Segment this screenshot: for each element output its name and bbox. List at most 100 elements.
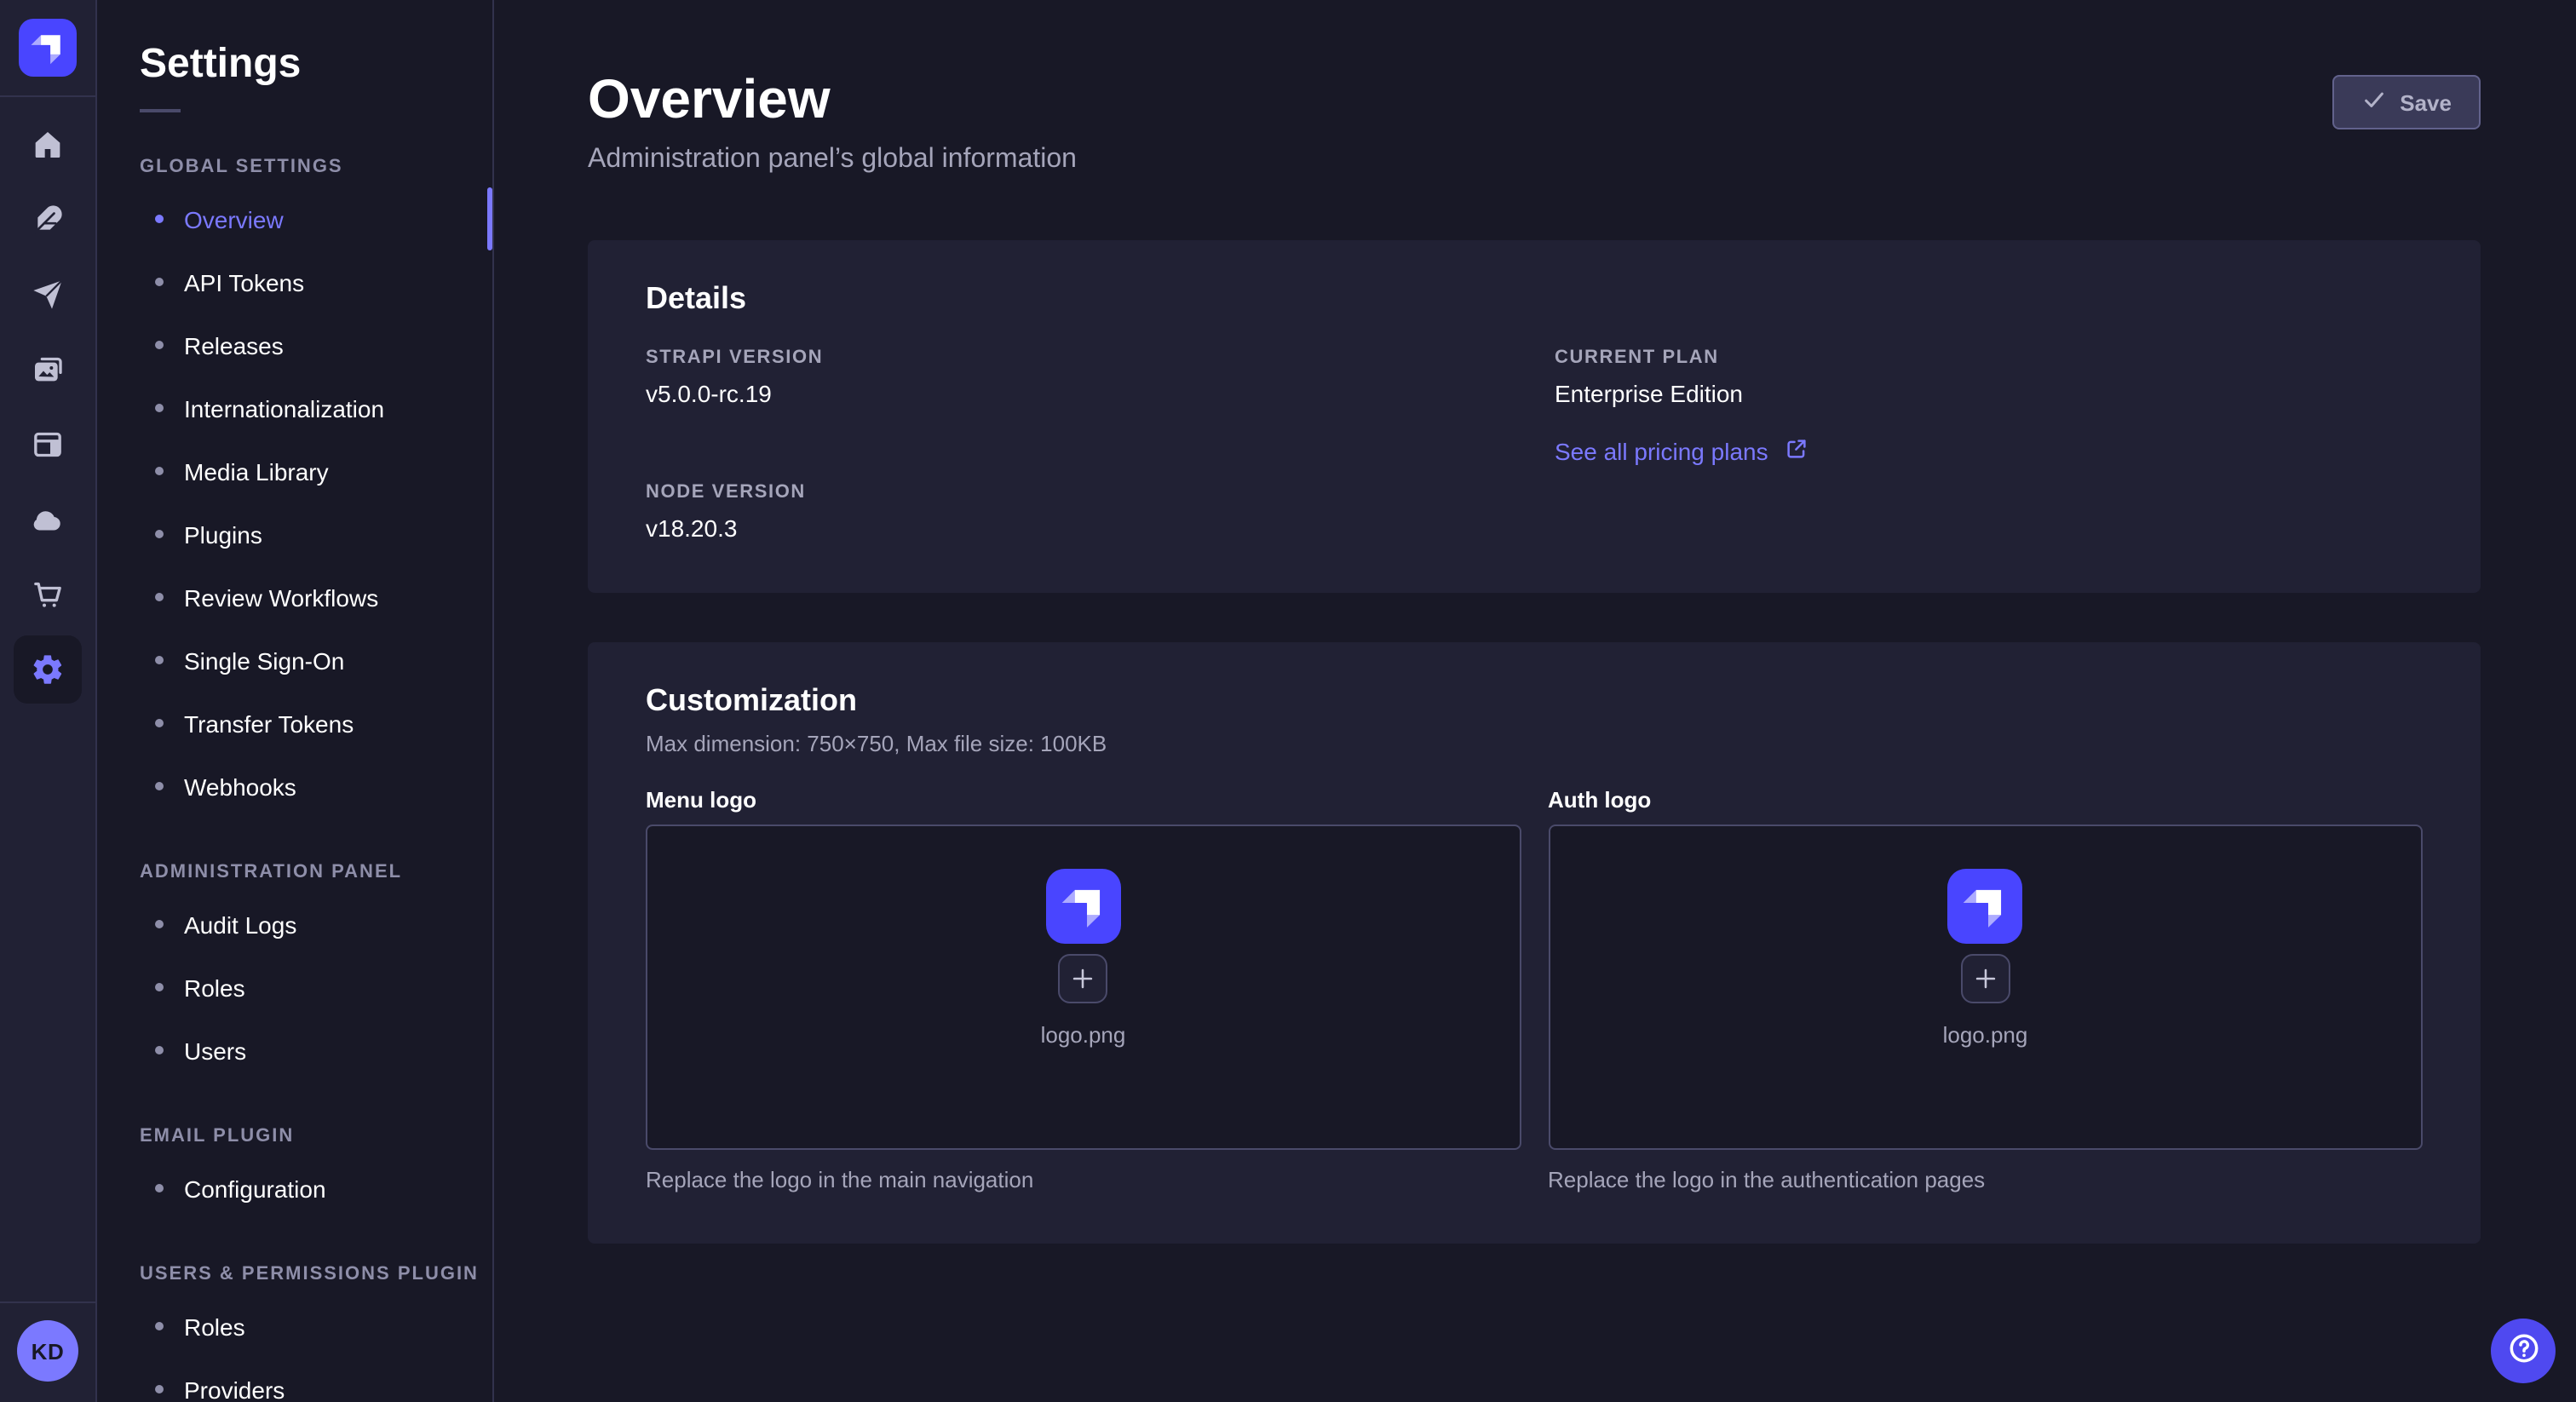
subnav-item-releases[interactable]: Releases (97, 313, 492, 376)
upload-label: Auth logo (1548, 787, 2423, 813)
bullet-icon (155, 341, 164, 349)
subnav-item-label: Overview (184, 205, 284, 233)
subnav-item-transfer-tokens[interactable]: Transfer Tokens (97, 692, 492, 755)
node-version-field: NODE VERSION v18.20.3 (646, 482, 1514, 542)
cloud-icon (31, 503, 65, 537)
layout-icon (31, 428, 65, 462)
subnav-sections: GLOBAL SETTINGSOverviewAPI TokensRelease… (97, 157, 492, 1402)
field-label: NODE VERSION (646, 482, 1514, 503)
subnav-item-review-workflows[interactable]: Review Workflows (97, 566, 492, 629)
upload-filename: logo.png (1041, 1022, 1126, 1048)
bullet-icon (155, 404, 164, 412)
external-link-icon (1784, 436, 1809, 467)
subnav-item-single-sign-on[interactable]: Single Sign-On (97, 629, 492, 692)
subnav-title: Settings (140, 41, 492, 89)
subnav-section-email-plugin: EMAIL PLUGIN Configuration (97, 1126, 492, 1220)
details-grid: STRAPI VERSION v5.0.0-rc.19 NODE VERSION… (646, 348, 2423, 542)
settings-subnav: Settings GLOBAL SETTINGSOverviewAPI Toke… (97, 0, 494, 1402)
strapi-logo (1948, 869, 2023, 944)
plus-icon (1069, 964, 1098, 993)
rail-item-plugins[interactable] (14, 411, 82, 479)
subnav-item-configuration[interactable]: Configuration (97, 1157, 492, 1220)
avatar[interactable]: KD (17, 1320, 78, 1382)
auth-logo-dropzone[interactable]: logo.png (1548, 825, 2423, 1150)
rail-item-content-manager[interactable] (14, 186, 82, 254)
strapi-logo (19, 19, 77, 77)
bullet-icon (155, 278, 164, 286)
upload-label: Menu logo (646, 787, 1521, 813)
home-icon (31, 128, 65, 162)
bullet-icon (155, 1184, 164, 1192)
menu-logo-upload: Menu logo logo.png Replace the logo in t… (646, 787, 1521, 1192)
subnav-item-label: API Tokens (184, 268, 304, 296)
subnav-item-label: Users (184, 1037, 246, 1064)
subnav-item-webhooks[interactable]: Webhooks (97, 755, 492, 818)
page-header: Overview Administration panel’s global i… (494, 0, 2576, 175)
rail-item-settings[interactable] (14, 635, 82, 704)
upload-filename: logo.png (1943, 1022, 2028, 1048)
subnav-item-roles[interactable]: Roles (97, 1295, 492, 1358)
paper-plane-icon (31, 278, 65, 312)
current-plan-field: CURRENT PLAN Enterprise Edition (1555, 348, 2423, 407)
bullet-icon (155, 719, 164, 727)
subnav-item-audit-logs[interactable]: Audit Logs (97, 893, 492, 956)
add-logo-button[interactable] (1961, 954, 2010, 1003)
subnav-item-label: Plugins (184, 520, 262, 548)
subnav-item-label: Releases (184, 331, 284, 359)
subnav-section-users-permissions-plugin: USERS & PERMISSIONS PLUGINRolesProviders (97, 1264, 492, 1402)
rail-items (14, 97, 82, 704)
subnav-section-label: EMAIL PLUGIN (140, 1126, 492, 1146)
save-button[interactable]: Save (2332, 75, 2481, 129)
subnav-section-administration-panel: ADMINISTRATION PANELAudit LogsRolesUsers (97, 862, 492, 1082)
menu-logo-dropzone[interactable]: logo.png (646, 825, 1521, 1150)
upload-hint: Replace the logo in the authentication p… (1548, 1167, 2423, 1192)
subnav-item-label: Roles (184, 974, 245, 1001)
field-value: v5.0.0-rc.19 (646, 380, 1514, 407)
rail-item-media-library[interactable] (14, 336, 82, 404)
bullet-icon (155, 467, 164, 475)
subnav-item-users[interactable]: Users (97, 1019, 492, 1082)
bullet-icon (155, 1322, 164, 1330)
bullet-icon (155, 656, 164, 664)
rail-item-marketplace[interactable] (14, 560, 82, 629)
bullet-icon (155, 782, 164, 790)
bullet-icon (155, 983, 164, 991)
bullet-icon (155, 1385, 164, 1393)
bullet-icon (155, 530, 164, 538)
pricing-link-label: See all pricing plans (1555, 438, 1768, 465)
help-button[interactable] (2491, 1319, 2556, 1383)
bullet-icon (155, 593, 164, 601)
field-label: STRAPI VERSION (646, 348, 1514, 368)
upload-hint: Replace the logo in the main navigation (646, 1167, 1521, 1192)
bullet-icon (155, 215, 164, 223)
subnav-item-media-library[interactable]: Media Library (97, 440, 492, 503)
subnav-item-roles[interactable]: Roles (97, 956, 492, 1019)
pricing-plans-link[interactable]: See all pricing plans (1555, 436, 1809, 467)
media-library-icon (31, 353, 65, 387)
details-card: Details STRAPI VERSION v5.0.0-rc.19 NODE… (588, 240, 2481, 593)
subnav-item-internationalization[interactable]: Internationalization (97, 376, 492, 440)
rail-item-content-type-builder[interactable] (14, 261, 82, 329)
page-subtitle: Administration panel’s global informatio… (588, 145, 2481, 175)
subnav-item-plugins[interactable]: Plugins (97, 503, 492, 566)
field-value: Enterprise Edition (1555, 380, 2423, 407)
add-logo-button[interactable] (1059, 954, 1108, 1003)
rail-item-home[interactable] (14, 111, 82, 179)
subnav-item-api-tokens[interactable]: API Tokens (97, 250, 492, 313)
subnav-title-divider (140, 109, 181, 112)
customization-card-subtitle: Max dimension: 750×750, Max file size: 1… (646, 731, 2423, 756)
workspace-logo-button[interactable] (0, 0, 95, 97)
strapi-version-field: STRAPI VERSION v5.0.0-rc.19 (646, 348, 1514, 407)
bullet-icon (155, 1046, 164, 1054)
subnav-item-providers[interactable]: Providers (97, 1358, 492, 1402)
rail-item-deploy[interactable] (14, 486, 82, 554)
question-mark-icon (2505, 1330, 2541, 1371)
customization-card: Customization Max dimension: 750×750, Ma… (588, 642, 2481, 1244)
strapi-logo (1046, 869, 1121, 944)
plus-icon (1971, 964, 2000, 993)
subnav-item-overview[interactable]: Overview (97, 187, 492, 250)
subnav-item-label: Review Workflows (184, 583, 378, 611)
cards-container: Details STRAPI VERSION v5.0.0-rc.19 NODE… (494, 175, 2576, 1244)
subnav-section-global-settings: GLOBAL SETTINGSOverviewAPI TokensRelease… (97, 157, 492, 818)
feather-icon (31, 203, 65, 237)
